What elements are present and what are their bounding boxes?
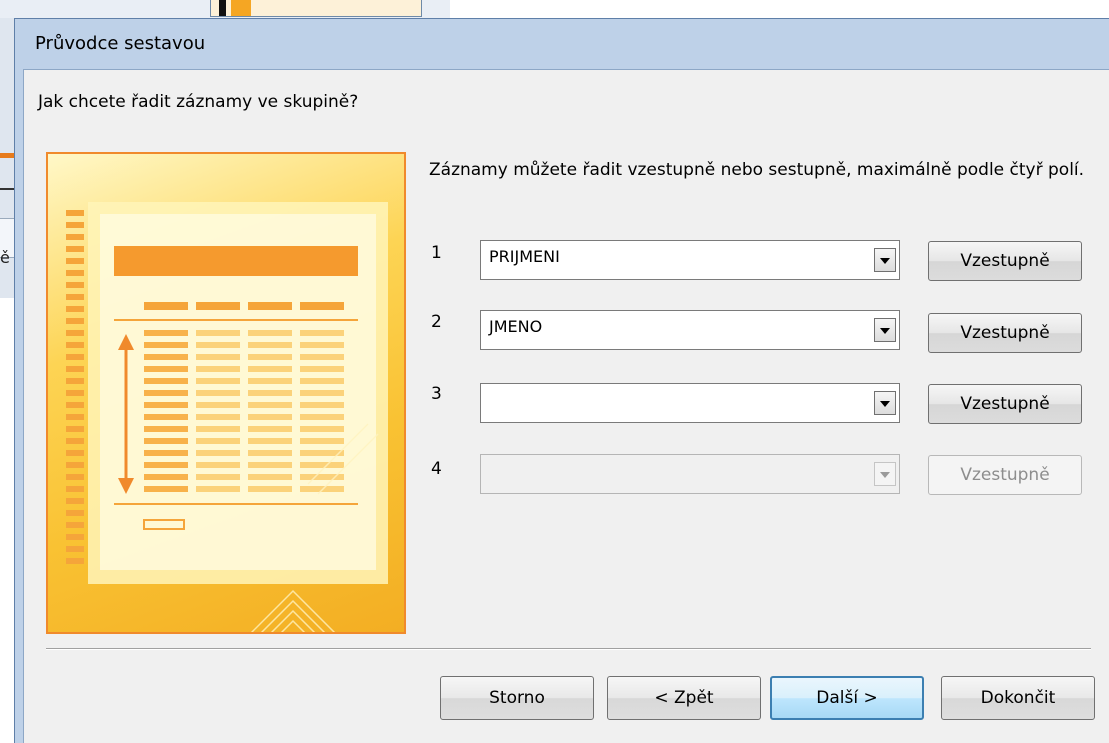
button-separator — [46, 648, 1091, 650]
report-wizard-illustration — [46, 152, 406, 634]
sort-order-button-3[interactable]: Vzestupně — [928, 384, 1082, 424]
finish-button[interactable]: Dokončit — [941, 676, 1095, 720]
title-bar[interactable]: Průvodce sestavou — [15, 19, 1109, 69]
sort-row-number: 1 — [431, 243, 442, 263]
chevron-down-icon — [874, 462, 896, 486]
sort-field-value: PRIJMENI — [489, 247, 560, 266]
back-button[interactable]: < Zpět — [607, 676, 761, 720]
chevron-down-icon[interactable] — [874, 391, 896, 415]
sort-order-button-2[interactable]: Vzestupně — [928, 313, 1082, 353]
wizard-question: Jak chcete řadit záznamy ve skupině? — [38, 92, 359, 112]
report-wizard-dialog: Průvodce sestavou Jak chcete řadit zázna… — [14, 18, 1109, 743]
sort-field-combo-1[interactable]: PRIJMENI — [480, 240, 900, 280]
background-text-fragment: ě — [0, 248, 10, 267]
sort-order-button-4: Vzestupně — [928, 455, 1082, 495]
sort-field-value: JMENO — [489, 317, 543, 336]
sort-row-number: 4 — [431, 459, 442, 479]
wizard-description: Záznamy můžete řadit vzestupně nebo sest… — [429, 160, 1085, 180]
dialog-title: Průvodce sestavou — [35, 33, 206, 54]
sort-row-number: 3 — [431, 384, 442, 404]
sort-field-combo-4 — [480, 454, 900, 494]
sort-row-number: 2 — [431, 312, 442, 332]
background-app-icon — [210, 0, 422, 17]
sort-order-button-1[interactable]: Vzestupně — [928, 241, 1082, 281]
dialog-body: Jak chcete řadit záznamy ve skupině? Záz… — [23, 69, 1109, 743]
sort-field-combo-2[interactable]: JMENO — [480, 310, 900, 350]
chevron-down-icon[interactable] — [874, 318, 896, 342]
next-button[interactable]: Další > — [770, 676, 924, 720]
cancel-button[interactable]: Storno — [440, 676, 594, 720]
sort-field-combo-3[interactable] — [480, 383, 900, 423]
chevron-down-icon[interactable] — [874, 248, 896, 272]
